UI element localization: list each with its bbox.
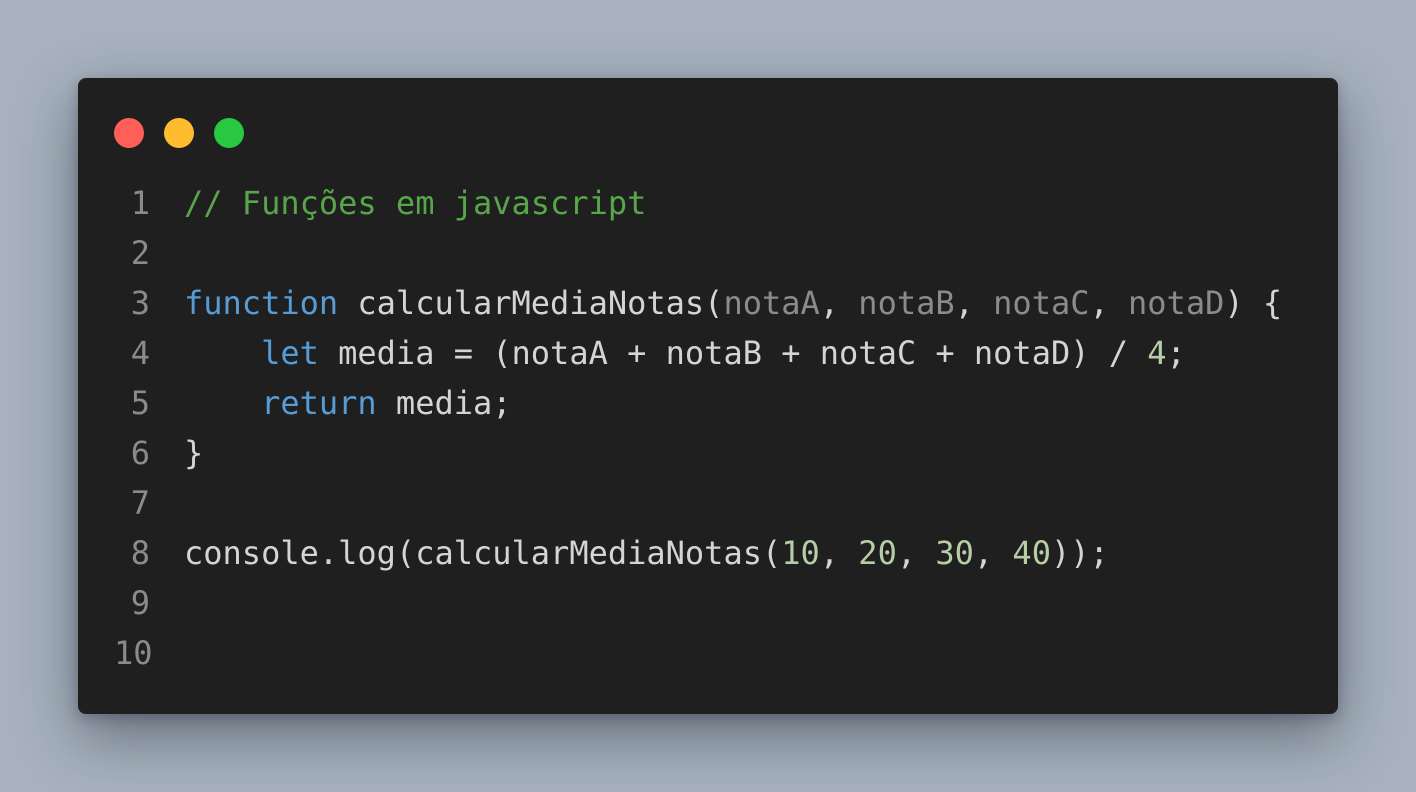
code-token-comment: // Funções em javascript [184,184,647,222]
code-window: 1 // Funções em javascript 2 3 function calc… [78,78,1338,714]
code-token-number: 10 [781,534,820,572]
code-line: 7 [78,478,1338,528]
code-token-keyword: return [261,384,377,422]
code-token-number: 30 [935,534,974,572]
code-token-param: notaC [993,284,1090,322]
line-number: 8 [130,534,150,572]
code-token-plain: } [184,434,204,472]
code-token-keyword: let [261,334,319,372]
line-code: function calcularMediaNotas(notaA, notaB… [184,278,1282,328]
line-number: 5 [130,384,150,422]
code-line: 4 let media = (notaA + notaB + notaC + n… [78,328,1338,378]
code-token-plain: calcularMediaNotas( [338,284,724,322]
code-line: 8 console.log(calcularMediaNotas(10, 20, … [78,528,1338,578]
code-token-number: 40 [1012,534,1051,572]
line-number: 6 [130,434,150,472]
code-token-keyword: function [184,284,339,322]
code-token-plain: )); [1050,534,1109,572]
code-token-param: notaD [1128,284,1225,322]
code-token-plain: , [1089,284,1129,322]
line-number: 9 [130,584,150,622]
code-line: 10 [78,628,1338,678]
code-token-param: notaB [858,284,955,322]
maximize-window-dot[interactable] [214,118,244,148]
code-token-plain: ; [1166,334,1186,372]
close-window-dot[interactable] [114,118,144,148]
code-token-plain: media; [376,384,512,422]
code-token-plain: , [954,284,994,322]
line-code: let media = (notaA + notaB + notaC + not… [184,328,1186,378]
code-editor[interactable]: 1 // Funções em javascript 2 3 function calc… [78,178,1338,678]
line-number: 3 [130,284,150,322]
code-line: 6} [78,428,1338,478]
code-line: 9 [78,578,1338,628]
line-code: // Funções em javascript [184,178,646,228]
code-line: 2 [78,228,1338,278]
code-token-plain: console.log(calcularMediaNotas( [184,534,782,572]
code-token-plain: , [819,534,859,572]
minimize-window-dot[interactable] [164,118,194,148]
code-token-plain: media = (notaA + notaB + notaC + notaD) … [318,334,1148,372]
line-code: return media; [184,378,512,428]
code-token-plain: , [819,284,859,322]
line-number: 2 [130,234,150,272]
code-token-number: 4 [1147,334,1167,372]
code-line: 5 return media; [78,378,1338,428]
code-line: 1 // Funções em javascript [78,178,1338,228]
line-code: console.log(calcularMediaNotas(10, 20, 3… [184,528,1109,578]
code-token-plain: ) { [1224,284,1283,322]
line-number: 1 [130,184,150,222]
code-token-plain: , [896,534,936,572]
code-line: 3 function calcularMediaNotas(notaA, nota… [78,278,1338,328]
code-token-plain: , [973,534,1013,572]
line-number: 7 [130,484,150,522]
code-token-param: notaA [723,284,820,322]
line-number: 4 [130,334,150,372]
line-number: 10 [114,634,153,672]
line-code: } [184,428,203,478]
code-token-number: 20 [858,534,897,572]
